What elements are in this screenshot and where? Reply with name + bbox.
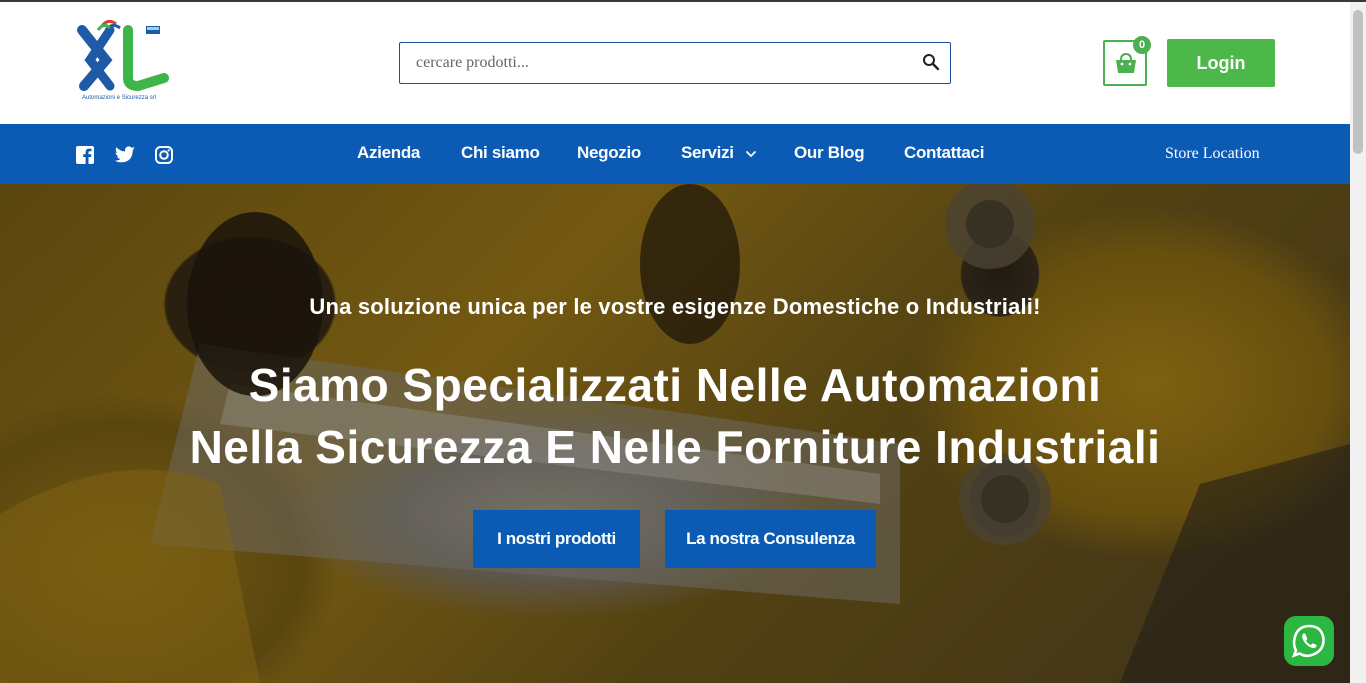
twitter-icon[interactable] [114, 146, 135, 166]
cart-count-badge: 0 [1133, 36, 1151, 54]
nav-item-chi-siamo[interactable]: Chi siamo [461, 143, 540, 163]
logo-tagline: Automazioni e Sicurezza srl [82, 95, 157, 101]
main-nav: Azienda Chi siamo Negozio Servizi Our Bl… [0, 124, 1350, 184]
chevron-down-icon[interactable] [745, 150, 757, 158]
whatsapp-chat-button[interactable] [1284, 616, 1334, 666]
store-location-link[interactable]: Store Location [1165, 145, 1260, 163]
hero-title: Siamo Specializzati Nelle Automazioni Ne… [0, 354, 1350, 478]
logo-graphic [77, 19, 169, 92]
search-icon [923, 54, 940, 71]
search-button[interactable] [922, 53, 942, 73]
hero-subtitle: Una soluzione unica per le vostre esigen… [309, 294, 1041, 319]
hero-section: Una soluzione unica per le vostre esigen… [0, 184, 1350, 683]
hero-title-line-1: Siamo Specializzati Nelle Automazioni [248, 359, 1102, 411]
whatsapp-icon [1291, 624, 1325, 658]
search-input[interactable] [400, 43, 910, 83]
nav-item-our-blog[interactable]: Our Blog [794, 143, 865, 163]
search-bar [399, 42, 951, 84]
page-scrollbar[interactable] [1350, 2, 1366, 683]
facebook-icon[interactable] [76, 146, 96, 166]
nav-item-azienda[interactable]: Azienda [357, 143, 420, 163]
hero-title-line-2: Nella Sicurezza E Nelle Forniture Indust… [189, 421, 1161, 473]
site-header: Automazioni e Sicurezza srl 0 Login [0, 2, 1350, 124]
nav-item-contattaci[interactable]: Contattaci [904, 143, 984, 163]
site-logo[interactable]: Automazioni e Sicurezza srl [76, 16, 172, 108]
nav-item-servizi[interactable]: Servizi [681, 143, 734, 163]
scrollbar-thumb[interactable] [1353, 10, 1363, 154]
products-button[interactable]: I nostri prodotti [473, 510, 640, 568]
login-button[interactable]: Login [1167, 39, 1275, 87]
instagram-icon[interactable] [155, 146, 175, 166]
consulting-button[interactable]: La nostra Consulenza [665, 510, 876, 568]
shopping-bag-icon [1116, 52, 1136, 73]
nav-item-negozio[interactable]: Negozio [577, 143, 641, 163]
